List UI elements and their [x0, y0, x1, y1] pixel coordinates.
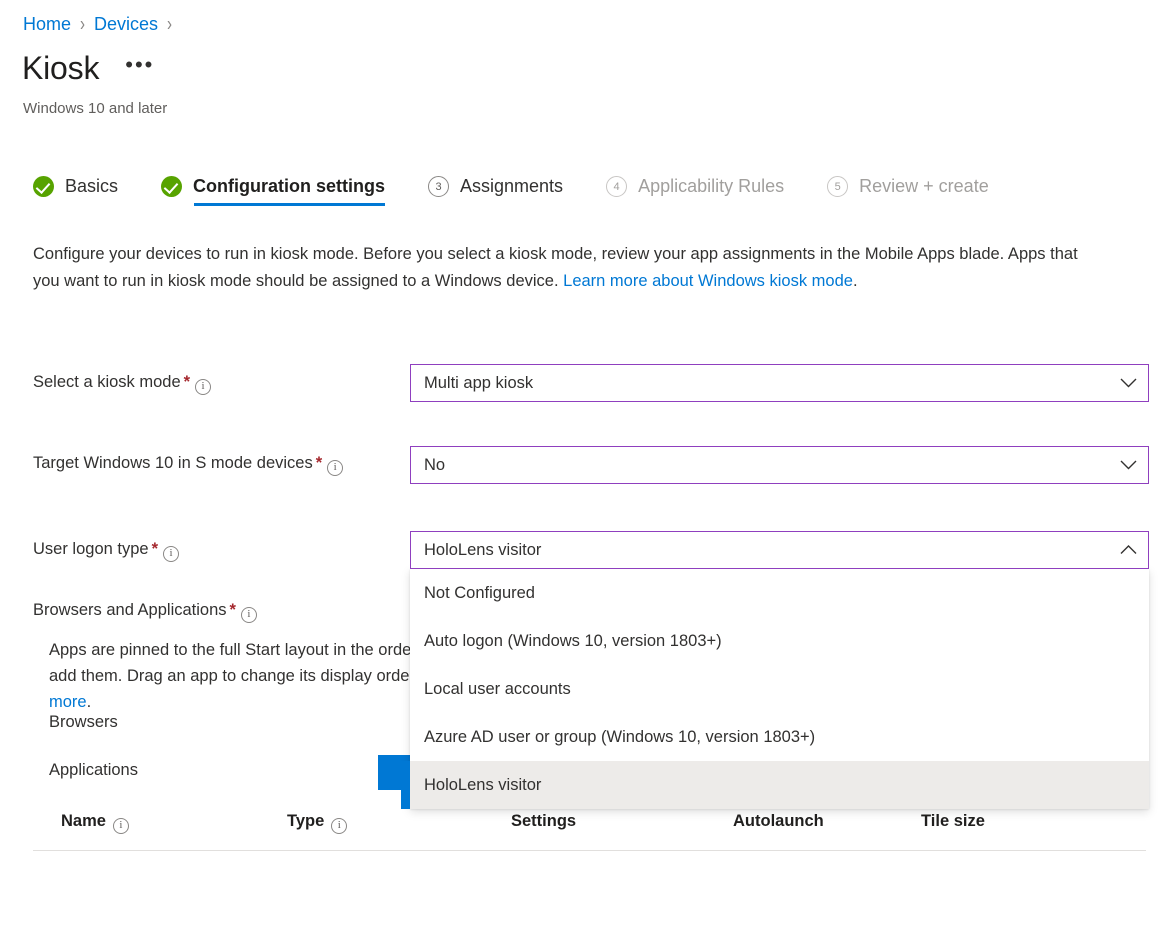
label-text: User logon type [33, 540, 149, 558]
page-subtitle: Windows 10 and later [23, 100, 167, 117]
dropdown-option-not-configured[interactable]: Not Configured [410, 569, 1149, 617]
label-text: Select a kiosk mode [33, 373, 181, 391]
kiosk-configuration-page: Home › Devices › Kiosk ••• Windows 10 an… [0, 0, 1167, 925]
breadcrumb-item-devices[interactable]: Devices [94, 14, 158, 35]
column-label: Name [61, 812, 106, 830]
breadcrumb-item-home[interactable]: Home [23, 14, 71, 35]
info-icon[interactable]: i [113, 818, 129, 834]
column-header-settings: Settings [511, 812, 576, 831]
chevron-right-icon: › [167, 13, 172, 36]
chevron-down-icon [1108, 378, 1148, 388]
required-marker: * [230, 601, 236, 619]
kiosk-mode-select[interactable]: Multi app kiosk [410, 364, 1149, 402]
kiosk-mode-value: Multi app kiosk [411, 374, 1108, 393]
column-header-autolaunch: Autolaunch [733, 812, 824, 831]
tab-label: Configuration settings [193, 176, 385, 197]
required-marker: * [184, 373, 190, 391]
step-number-icon: 3 [428, 176, 449, 197]
required-marker: * [152, 540, 158, 558]
tab-assignments[interactable]: 3 Assignments [428, 176, 585, 206]
column-header-name: Namei [61, 812, 129, 834]
row-applications: Applications [49, 761, 138, 780]
label-text: Browsers and Applications [33, 601, 227, 619]
row-browsers: Browsers [49, 713, 118, 732]
more-options-icon[interactable]: ••• [119, 58, 160, 80]
required-marker: * [316, 454, 322, 472]
chevron-down-icon [1108, 460, 1148, 470]
kiosk-mode-label: Select a kiosk mode* i [33, 369, 403, 396]
dropdown-option-hololens-visitor[interactable]: HoloLens visitor [410, 761, 1149, 809]
info-icon[interactable]: i [163, 546, 179, 562]
step-number-icon: 5 [827, 176, 848, 197]
column-label: Type [287, 812, 324, 830]
tab-label: Applicability Rules [638, 176, 784, 197]
chevron-up-icon [1108, 545, 1148, 555]
dropdown-option-azure-ad-user-or-group[interactable]: Azure AD user or group (Windows 10, vers… [410, 713, 1149, 761]
user-logon-type-label: User logon type* i [33, 536, 403, 563]
apps-table-header: Namei Typei Settings Autolaunch Tile siz… [33, 812, 1146, 851]
tab-configuration-settings[interactable]: Configuration settings [161, 176, 407, 206]
dropdown-option-auto-logon[interactable]: Auto logon (Windows 10, version 1803+) [410, 617, 1149, 665]
step-number-icon: 4 [606, 176, 627, 197]
info-icon[interactable]: i [327, 460, 343, 476]
learn-more-kiosk-link[interactable]: Learn more about Windows kiosk mode [563, 272, 853, 290]
info-icon[interactable]: i [195, 379, 211, 395]
tab-label: Review + create [859, 176, 989, 197]
browsers-applications-label: Browsers and Applications* i [33, 597, 403, 624]
s-mode-label: Target Windows 10 in S mode devices* i [33, 450, 403, 477]
tab-applicability-rules: 4 Applicability Rules [606, 176, 806, 206]
user-logon-type-select[interactable]: HoloLens visitor [410, 531, 1149, 569]
check-icon [33, 176, 54, 197]
s-mode-value: No [411, 456, 1108, 475]
column-header-type: Typei [287, 812, 347, 834]
page-title: Kiosk [22, 50, 99, 87]
column-header-tile-size: Tile size [921, 812, 985, 831]
intro-text-end: . [853, 272, 858, 290]
user-logon-type-value: HoloLens visitor [411, 541, 1108, 560]
browsers-applications-description: Apps are pinned to the full Start layout… [49, 637, 469, 715]
description-text: Apps are pinned to the full Start layout… [49, 641, 448, 685]
page-title-row: Kiosk ••• [22, 50, 160, 87]
intro-text: Configure your devices to run in kiosk m… [33, 245, 1078, 290]
tab-review-create: 5 Review + create [827, 176, 1011, 206]
tab-label: Basics [65, 176, 118, 197]
tab-basics[interactable]: Basics [33, 176, 140, 206]
s-mode-select[interactable]: No [410, 446, 1149, 484]
wizard-tabs: Basics Configuration settings 3 Assignme… [33, 176, 1032, 206]
breadcrumb: Home › Devices › [23, 14, 172, 35]
info-icon[interactable]: i [331, 818, 347, 834]
tab-label: Assignments [460, 176, 563, 197]
info-icon[interactable]: i [241, 607, 257, 623]
description-text-end: . [87, 693, 92, 711]
check-icon [161, 176, 182, 197]
label-text: Target Windows 10 in S mode devices [33, 454, 313, 472]
chevron-right-icon: › [80, 13, 85, 36]
intro-paragraph: Configure your devices to run in kiosk m… [33, 241, 1103, 295]
dropdown-option-local-user-accounts[interactable]: Local user accounts [410, 665, 1149, 713]
user-logon-type-dropdown-list: Not Configured Auto logon (Windows 10, v… [410, 569, 1149, 809]
